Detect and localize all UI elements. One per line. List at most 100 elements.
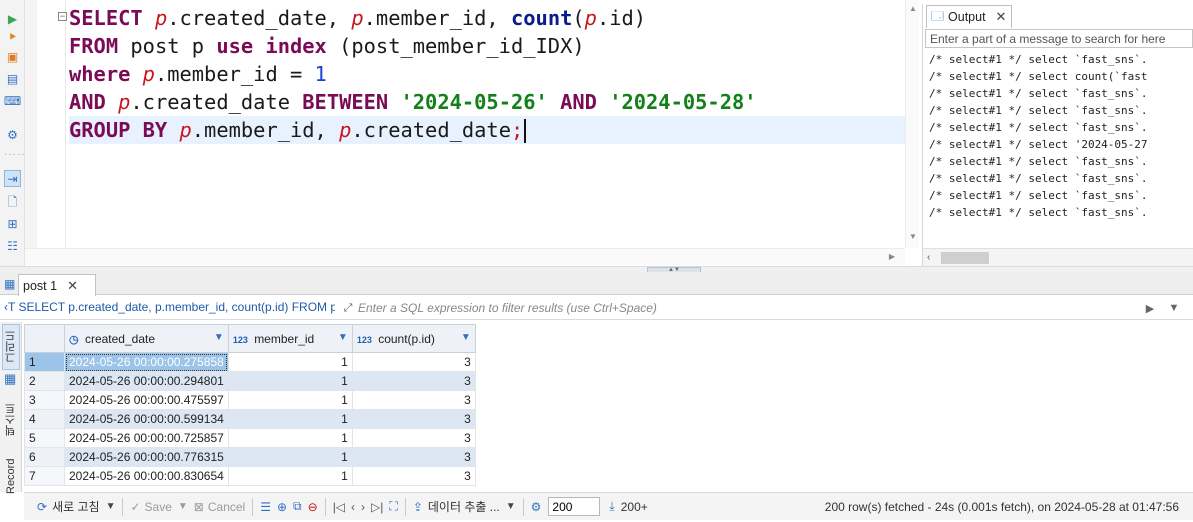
cancel-button[interactable]: ⊠ Cancel xyxy=(191,497,248,517)
close-icon[interactable]: ✕ xyxy=(996,9,1007,25)
tab-post-1[interactable]: post 1 ✕ xyxy=(18,274,96,296)
column-header-member-id[interactable]: 123 member_id ▼ xyxy=(227,324,353,353)
variables-icon[interactable]: ⊞ xyxy=(4,215,21,232)
cell-count[interactable]: 3 xyxy=(351,447,476,467)
fetch-next-icon[interactable]: ⤓ xyxy=(606,497,617,517)
cell-member-id[interactable]: 1 xyxy=(227,409,353,429)
previous-page-icon[interactable]: ‹ xyxy=(348,497,358,517)
log-line[interactable]: /* select#1 */ select `fast_sns`. xyxy=(929,102,1193,119)
close-icon[interactable]: ✕ xyxy=(67,278,78,294)
cell-count[interactable]: 3 xyxy=(351,352,476,372)
cell-created-date[interactable]: 2024-05-26 00:00:00.475597 xyxy=(64,390,229,410)
results-panel-icon[interactable]: ⇥ xyxy=(4,170,21,187)
cell-member-id[interactable]: 1 xyxy=(227,428,353,448)
row-number-header[interactable] xyxy=(24,324,65,353)
log-line[interactable]: /* select#1 */ select `fast_sns`. xyxy=(929,170,1193,187)
cell-created-date[interactable]: 2024-05-26 00:00:00.294801 xyxy=(64,371,229,391)
filter-input[interactable] xyxy=(358,299,1138,317)
row-number[interactable]: 5 xyxy=(24,428,65,448)
table-row[interactable]: 5 2024-05-26 00:00:00.725857 1 3 xyxy=(24,428,476,448)
column-header-count[interactable]: 123 count(p.id) ▼ xyxy=(351,324,476,353)
row-number[interactable]: 2 xyxy=(24,371,65,391)
refresh-button[interactable]: ⟳ 새로 고침 xyxy=(34,497,103,517)
next-page-icon[interactable]: › xyxy=(358,497,368,517)
table-row[interactable]: 2 2024-05-26 00:00:00.294801 1 3 xyxy=(24,371,476,391)
cell-created-date[interactable]: 2024-05-26 00:00:00.776315 xyxy=(64,447,229,467)
row-number[interactable]: 6 xyxy=(24,447,65,467)
cell-count[interactable]: 3 xyxy=(351,466,476,486)
code-line[interactable]: AND p.created_date BETWEEN '2024-05-26' … xyxy=(69,88,905,116)
log-line[interactable]: /* select#1 */ select `fast_sns`. xyxy=(929,85,1193,102)
outline-icon[interactable]: ☷ xyxy=(4,237,21,254)
table-row[interactable]: 7 2024-05-26 00:00:00.830654 1 3 xyxy=(24,466,476,486)
sql-editor[interactable]: − SELECT p.created_date, p.member_id, co… xyxy=(25,0,905,248)
row-number[interactable]: 3 xyxy=(24,390,65,410)
cell-member-id[interactable]: 1 xyxy=(227,466,353,486)
cell-member-id[interactable]: 1 xyxy=(227,390,353,410)
save-button[interactable]: ✓ Save xyxy=(127,497,174,517)
results-grid[interactable]: ◷ created_date ▼ 123 member_id ▼ 123 cou… xyxy=(24,324,1193,492)
cell-count[interactable]: 3 xyxy=(351,371,476,391)
log-line[interactable]: /* select#1 */ select `fast_sns`. xyxy=(929,187,1193,204)
copy-row-icon[interactable]: ⧉ xyxy=(290,497,305,517)
cell-created-date[interactable]: 2024-05-26 00:00:00.275858 xyxy=(64,352,229,372)
output-log[interactable]: /* select#1 */ select `fast_sns`./* sele… xyxy=(929,51,1193,221)
table-row[interactable]: 6 2024-05-26 00:00:00.776315 1 3 xyxy=(24,447,476,467)
table-row[interactable]: 4 2024-05-26 00:00:00.599134 1 3 xyxy=(24,409,476,429)
log-line[interactable]: /* select#1 */ select '2024-05-27 xyxy=(929,136,1193,153)
explain-plan-icon[interactable]: ▣ xyxy=(4,48,21,65)
log-line[interactable]: /* select#1 */ select count(`fast xyxy=(929,68,1193,85)
log-line[interactable]: /* select#1 */ select `fast_sns`. xyxy=(929,51,1193,68)
cell-count[interactable]: 3 xyxy=(351,409,476,429)
editor-horizontal-scrollbar[interactable]: ▶ xyxy=(25,248,905,265)
filter-history-icon[interactable]: ▼ xyxy=(1166,299,1182,317)
column-header-created-date[interactable]: ◷ created_date ▼ xyxy=(64,324,229,353)
apply-filter-icon[interactable]: ▶ xyxy=(1142,299,1158,317)
fit-page-icon[interactable]: ⛶ xyxy=(386,497,400,517)
expand-filter-icon[interactable]: ⤢ xyxy=(340,299,356,317)
export-dropdown-icon[interactable]: ▼ xyxy=(503,497,519,517)
output-horizontal-scrollbar[interactable]: ‹ xyxy=(923,248,1193,266)
delete-row-icon[interactable]: ⊖ xyxy=(305,497,321,517)
settings-gear-icon[interactable]: ⚙ xyxy=(4,126,21,143)
sql-code[interactable]: SELECT p.created_date, p.member_id, coun… xyxy=(69,4,905,144)
grid-view-icon[interactable]: ▦ xyxy=(4,371,16,387)
row-number[interactable]: 4 xyxy=(24,409,65,429)
export-button[interactable]: ⇪ 데이터 추출 ... xyxy=(410,497,503,517)
tab-text[interactable]: 텍스트 xyxy=(2,394,20,446)
execute-statement-icon[interactable]: ▶ xyxy=(4,10,21,27)
table-row[interactable]: 3 2024-05-26 00:00:00.475597 1 3 xyxy=(24,390,476,410)
fetch-size-input[interactable] xyxy=(548,497,601,516)
row-number[interactable]: 1 xyxy=(24,352,65,372)
cell-member-id[interactable]: 1 xyxy=(227,371,353,391)
scroll-down-icon[interactable]: ▼ xyxy=(908,232,918,242)
query-summary[interactable]: ‹T SELECT p.created_date, p.member_id, c… xyxy=(4,300,335,317)
scroll-left-icon[interactable]: ‹ xyxy=(927,252,930,263)
code-line[interactable]: SELECT p.created_date, p.member_id, coun… xyxy=(69,4,905,32)
output-search-input[interactable] xyxy=(925,29,1193,48)
sort-filter-icon[interactable]: ▼ xyxy=(461,332,471,343)
execute-script-icon[interactable]: ⯈ xyxy=(4,28,21,45)
log-line[interactable]: /* select#1 */ select `fast_sns`. xyxy=(929,119,1193,136)
scroll-up-icon[interactable]: ▲ xyxy=(908,4,918,14)
edit-row-icon[interactable]: ☰ xyxy=(257,497,274,517)
scrollbar-thumb[interactable] xyxy=(941,252,989,264)
tab-output[interactable]: 🗔 Output ✕ xyxy=(926,5,1012,28)
sort-filter-icon[interactable]: ▼ xyxy=(338,332,348,343)
tab-grid[interactable]: 그리드 xyxy=(2,324,20,370)
editor-vertical-scrollbar[interactable]: ▲ ▼ xyxy=(905,0,919,248)
log-line[interactable]: /* select#1 */ select `fast_sns`. xyxy=(929,153,1193,170)
table-row[interactable]: 1 2024-05-26 00:00:00.275858 1 3 xyxy=(24,352,476,372)
last-page-icon[interactable]: ▷| xyxy=(368,497,386,517)
cell-created-date[interactable]: 2024-05-26 00:00:00.599134 xyxy=(64,409,229,429)
cell-created-date[interactable]: 2024-05-26 00:00:00.830654 xyxy=(64,466,229,486)
new-script-icon[interactable]: 🗋 xyxy=(4,193,21,210)
tab-record[interactable]: Record xyxy=(2,450,20,502)
fetch-settings-gear-icon[interactable]: ⚙ xyxy=(528,497,545,517)
cell-count[interactable]: 3 xyxy=(351,428,476,448)
code-line[interactable]: GROUP BY p.member_id, p.created_date; xyxy=(69,116,905,144)
cell-count[interactable]: 3 xyxy=(351,390,476,410)
cell-member-id[interactable]: 1 xyxy=(227,447,353,467)
first-page-icon[interactable]: |◁ xyxy=(330,497,348,517)
cell-member-id[interactable]: 1 xyxy=(227,352,353,372)
